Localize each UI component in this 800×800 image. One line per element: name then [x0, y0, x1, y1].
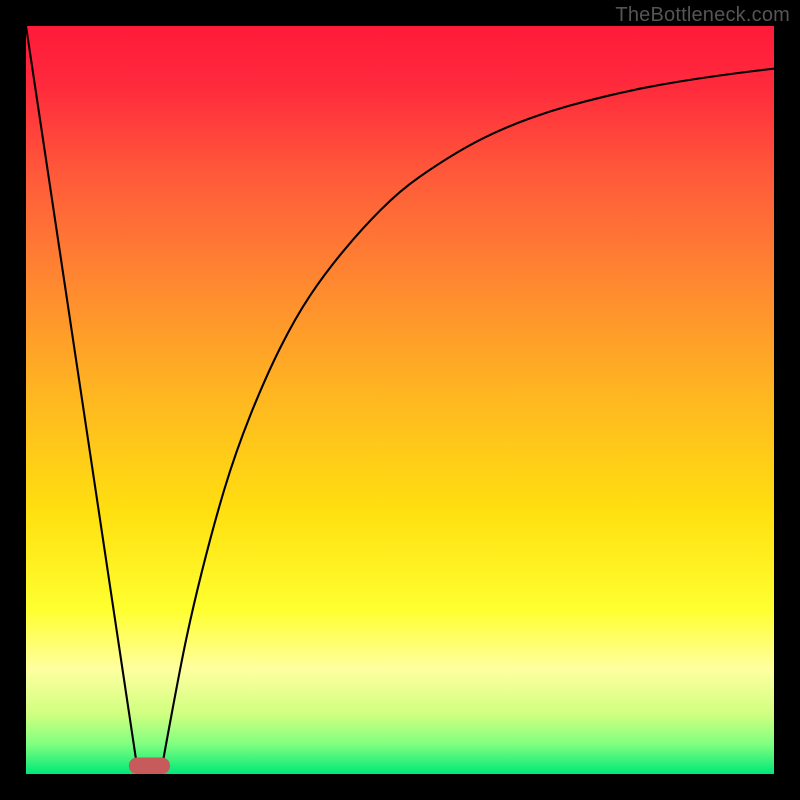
optimal-marker — [129, 758, 170, 774]
chart-svg — [0, 0, 800, 800]
chart-container: TheBottleneck.com — [0, 0, 800, 800]
watermark-text: TheBottleneck.com — [615, 4, 790, 27]
plot-background — [26, 26, 774, 774]
